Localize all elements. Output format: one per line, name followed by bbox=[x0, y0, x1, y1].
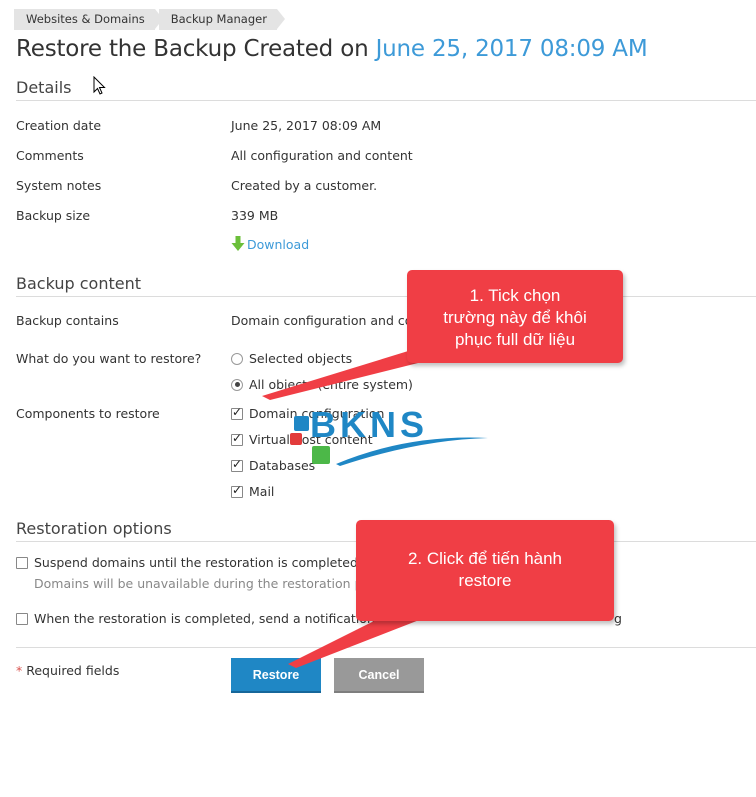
callout-2-line-1: 2. Click để tiến hành bbox=[407, 549, 563, 568]
callout-1-line-2: trường này để khôi bbox=[443, 308, 587, 327]
callout-tick-all-objects: 1. Tick chọn trường này để khôi phục ful… bbox=[407, 270, 623, 363]
callout-2-line-2: restore bbox=[458, 571, 512, 590]
callout-click-restore: 2. Click để tiến hành restore bbox=[356, 520, 614, 621]
callout-1-line-1: 1. Tick chọn bbox=[469, 286, 561, 305]
callout-1-line-3: phục full dữ liệu bbox=[454, 330, 576, 349]
annotation-arrows bbox=[262, 332, 490, 668]
